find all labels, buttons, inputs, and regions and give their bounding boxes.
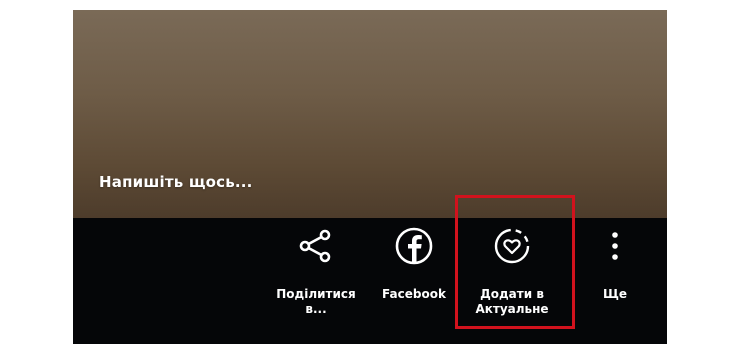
caption-input[interactable]: Напишіть щось...	[99, 173, 253, 191]
highlight-heart-icon	[494, 228, 530, 264]
facebook-label: Facebook	[382, 287, 446, 301]
story-share-panel: Напишіть щось... Поділитися в... Faceboo…	[73, 10, 667, 344]
share-icon	[299, 229, 331, 263]
more-label: Ще	[602, 287, 628, 301]
more-button[interactable]: Ще	[587, 218, 643, 344]
more-vertical-icon	[612, 232, 618, 260]
share-label: Поділитися в...	[276, 287, 356, 316]
facebook-icon	[395, 227, 433, 265]
add-to-highlights-label: Додати в Актуальне	[475, 287, 549, 316]
facebook-button[interactable]: Facebook	[369, 218, 459, 344]
share-button[interactable]: Поділитися в...	[271, 218, 361, 344]
add-to-highlights-button[interactable]: Додати в Актуальне	[467, 218, 557, 344]
